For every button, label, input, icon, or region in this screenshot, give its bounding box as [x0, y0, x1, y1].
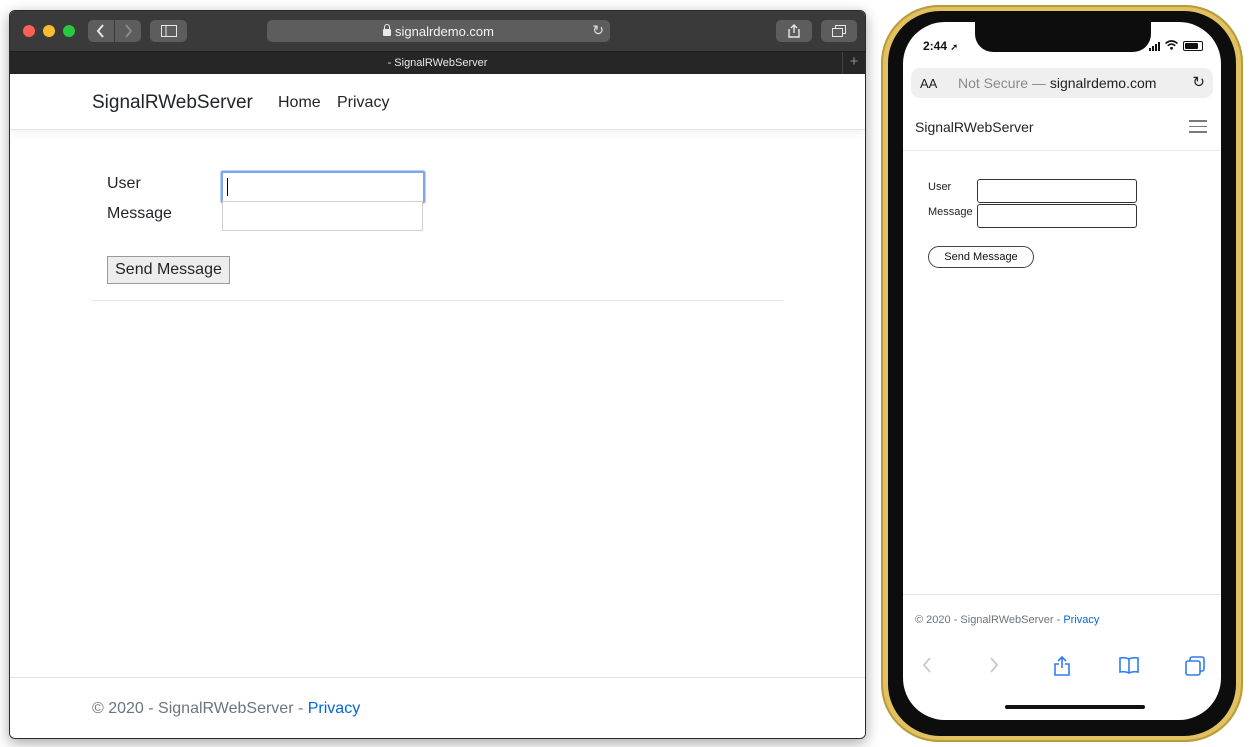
- home-indicator[interactable]: [1005, 705, 1145, 709]
- status-icons: [1149, 40, 1203, 52]
- mobile-url-text: Not Secure — signalrdemo.com: [958, 75, 1156, 91]
- safari-titlebar: signalrdemo.com ↻: [10, 11, 865, 52]
- mobile-send-message-button[interactable]: Send Message: [928, 246, 1034, 268]
- mobile-user-input[interactable]: [977, 179, 1137, 203]
- bookmarks-icon[interactable]: [1119, 656, 1139, 680]
- address-bar[interactable]: signalrdemo.com ↻: [267, 20, 610, 42]
- minimize-window-button[interactable]: [43, 25, 55, 37]
- close-window-button[interactable]: [23, 25, 35, 37]
- location-icon: ➚: [950, 42, 958, 52]
- lock-icon: [383, 23, 391, 36]
- mobile-message-label: Message: [928, 206, 973, 218]
- nav-link-privacy[interactable]: Privacy: [337, 94, 389, 112]
- share-icon: [788, 24, 800, 38]
- navbar-brand[interactable]: SignalRWebServer: [92, 92, 253, 114]
- tabs-icon: [832, 25, 846, 37]
- url-security-text: Not Secure —: [958, 75, 1050, 91]
- chevron-left-icon: [96, 24, 104, 38]
- time-text: 2:44: [923, 39, 948, 53]
- mobile-footer: © 2020 - SignalRWebServer - Privacy: [903, 594, 1221, 635]
- phone-notch: [975, 22, 1151, 52]
- chevron-right-icon: [125, 24, 133, 38]
- reload-icon[interactable]: ↻: [592, 22, 604, 39]
- message-label: Message: [107, 205, 172, 222]
- back-icon[interactable]: [921, 656, 933, 680]
- nav-link-home[interactable]: Home: [278, 94, 321, 112]
- footer-copyright: © 2020 - SignalRWebServer -: [92, 700, 308, 717]
- safari-window: signalrdemo.com ↻ - SignalRWebServer + S…: [9, 10, 866, 739]
- mobile-navbar: SignalRWebServer: [903, 108, 1221, 151]
- url-domain: signalrdemo.com: [1049, 75, 1157, 91]
- forward-icon[interactable]: [988, 656, 1000, 680]
- text-caret: [227, 178, 228, 196]
- sidebar-icon: [160, 25, 177, 37]
- share-icon[interactable]: [1053, 655, 1071, 682]
- mobile-user-label: User: [928, 181, 952, 193]
- new-tab-button[interactable]: +: [842, 52, 865, 74]
- tab-bar: - SignalRWebServer +: [10, 52, 865, 75]
- mobile-footer-text: © 2020 - SignalRWebServer - Privacy: [915, 614, 1099, 626]
- battery-icon: [1183, 41, 1203, 51]
- footer-text: © 2020 - SignalRWebServer - Privacy: [92, 700, 360, 718]
- tab-title[interactable]: - SignalRWebServer: [388, 57, 488, 69]
- back-button[interactable]: [88, 20, 114, 42]
- status-time: 2:44 ➚: [923, 39, 958, 53]
- address-text: signalrdemo.com: [395, 23, 494, 39]
- mobile-footer-copyright: © 2020 - SignalRWebServer -: [915, 614, 1064, 626]
- reload-icon[interactable]: ↻: [1192, 73, 1205, 91]
- user-input[interactable]: [221, 171, 425, 203]
- divider: [92, 300, 783, 301]
- reader-options-icon[interactable]: AA: [920, 76, 937, 91]
- mobile-address-bar[interactable]: AA Not Secure — signalrdemo.com ↻: [911, 68, 1213, 98]
- phone-screen: 2:44 ➚ AA Not Secure — signalrdemo.com ↻…: [903, 22, 1221, 720]
- wifi-icon: [1164, 40, 1179, 52]
- mobile-toolbar: [903, 650, 1221, 690]
- hamburger-menu-icon[interactable]: [1189, 120, 1207, 134]
- navbar: SignalRWebServer Home Privacy: [10, 74, 865, 130]
- send-message-button[interactable]: Send Message: [107, 256, 230, 284]
- footer: © 2020 - SignalRWebServer - Privacy: [10, 677, 865, 738]
- message-input[interactable]: [222, 201, 423, 231]
- signal-icon: [1149, 41, 1160, 51]
- mobile-footer-privacy-link[interactable]: Privacy: [1063, 614, 1099, 626]
- mobile-navbar-brand[interactable]: SignalRWebServer: [915, 119, 1034, 135]
- mobile-message-input[interactable]: [977, 204, 1137, 228]
- share-button[interactable]: [776, 20, 812, 42]
- footer-privacy-link[interactable]: Privacy: [308, 700, 360, 717]
- zoom-window-button[interactable]: [63, 25, 75, 37]
- desktop-page: SignalRWebServer Home Privacy User Messa…: [10, 74, 865, 738]
- sidebar-toggle-button[interactable]: [150, 20, 187, 42]
- user-label: User: [107, 175, 141, 192]
- tabs-overview-button[interactable]: [821, 20, 857, 42]
- tabs-icon[interactable]: [1185, 656, 1205, 682]
- forward-button[interactable]: [115, 20, 141, 42]
